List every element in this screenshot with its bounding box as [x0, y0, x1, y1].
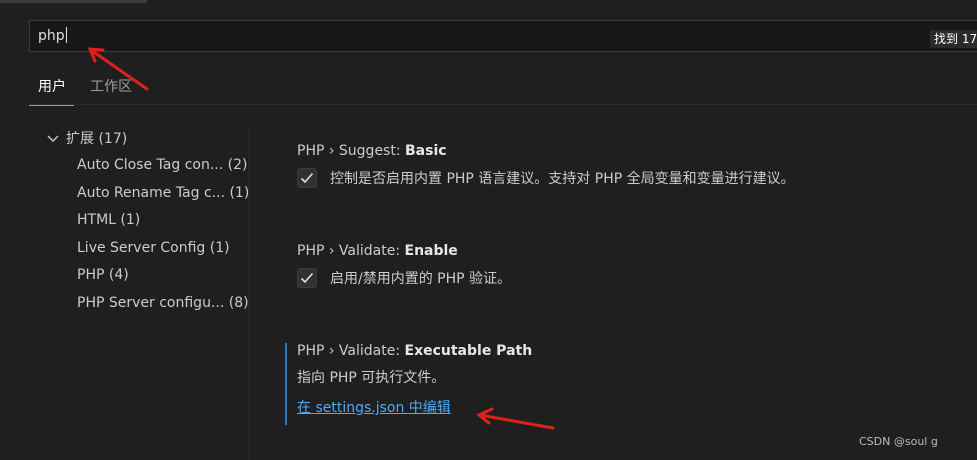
tree-group-extensions[interactable]: 扩展 (17) [44, 126, 250, 152]
tree-item-auto-close-tag[interactable]: Auto Close Tag con... (2) [44, 152, 250, 180]
setting-title: PHP › Suggest: Basic [297, 143, 447, 159]
setting-title: PHP › Validate: Executable Path [297, 343, 533, 359]
validate-enable-checkbox[interactable] [297, 268, 317, 288]
sidebar-divider [249, 124, 250, 460]
settings-toc-tree: 扩展 (17) Auto Close Tag con... (2) Auto R… [44, 126, 250, 317]
setting-description: 启用/禁用内置的 PHP 验证。 [330, 271, 512, 287]
tree-item-php-server-config[interactable]: PHP Server configu... (8) [44, 290, 250, 318]
tree-item-live-server-config[interactable]: Live Server Config (1) [44, 235, 250, 263]
tree-item-php[interactable]: PHP (4) [44, 262, 250, 290]
tabs-divider [29, 104, 977, 105]
edit-in-settings-json-link[interactable]: 在 settings.json 中编辑 [297, 397, 451, 417]
editor-tab-strip-edge [0, 0, 147, 3]
checkmark-icon [300, 172, 314, 184]
search-input[interactable]: php [38, 27, 67, 44]
settings-scope-tabs: 用户 工作区 [29, 70, 142, 106]
watermark: CSDN @soul g [859, 435, 938, 448]
settings-editor: php 找到 17 用户 工作区 扩展 (17) Auto Close Tag … [0, 0, 977, 460]
setting-row: 控制是否启用内置 PHP 语言建议。支持对 PHP 全局变量和变量进行建议。 [297, 168, 795, 190]
setting-title: PHP › Validate: Enable [297, 243, 458, 259]
settings-search-box[interactable]: php 找到 17 [29, 20, 977, 52]
setting-description: 指向 PHP 可执行文件。 [297, 370, 446, 386]
setting-php-suggest-basic: PHP › Suggest: Basic 控制是否启用内置 PHP 语言建议。支… [297, 143, 795, 190]
tree-item-html[interactable]: HTML (1) [44, 207, 250, 235]
tree-item-auto-rename-tag[interactable]: Auto Rename Tag c... (1) [44, 180, 250, 208]
tab-user[interactable]: 用户 [29, 70, 74, 106]
setting-description: 控制是否启用内置 PHP 语言建议。支持对 PHP 全局变量和变量进行建议。 [330, 171, 795, 187]
tab-workspace[interactable]: 工作区 [81, 70, 140, 106]
search-result-count: 找到 17 [930, 30, 977, 48]
chevron-down-icon[interactable] [44, 126, 62, 152]
setting-php-validate-executable-path: PHP › Validate: Executable Path 指向 PHP 可… [297, 343, 532, 417]
tree-group-label: 扩展 (17) [66, 131, 128, 147]
focused-setting-indicator [285, 343, 287, 425]
checkmark-icon [300, 272, 314, 284]
suggest-basic-checkbox[interactable] [297, 168, 317, 188]
text-caret [65, 27, 67, 43]
setting-row: 启用/禁用内置的 PHP 验证。 [297, 268, 511, 290]
setting-php-validate-enable: PHP › Validate: Enable 启用/禁用内置的 PHP 验证。 [297, 243, 511, 290]
